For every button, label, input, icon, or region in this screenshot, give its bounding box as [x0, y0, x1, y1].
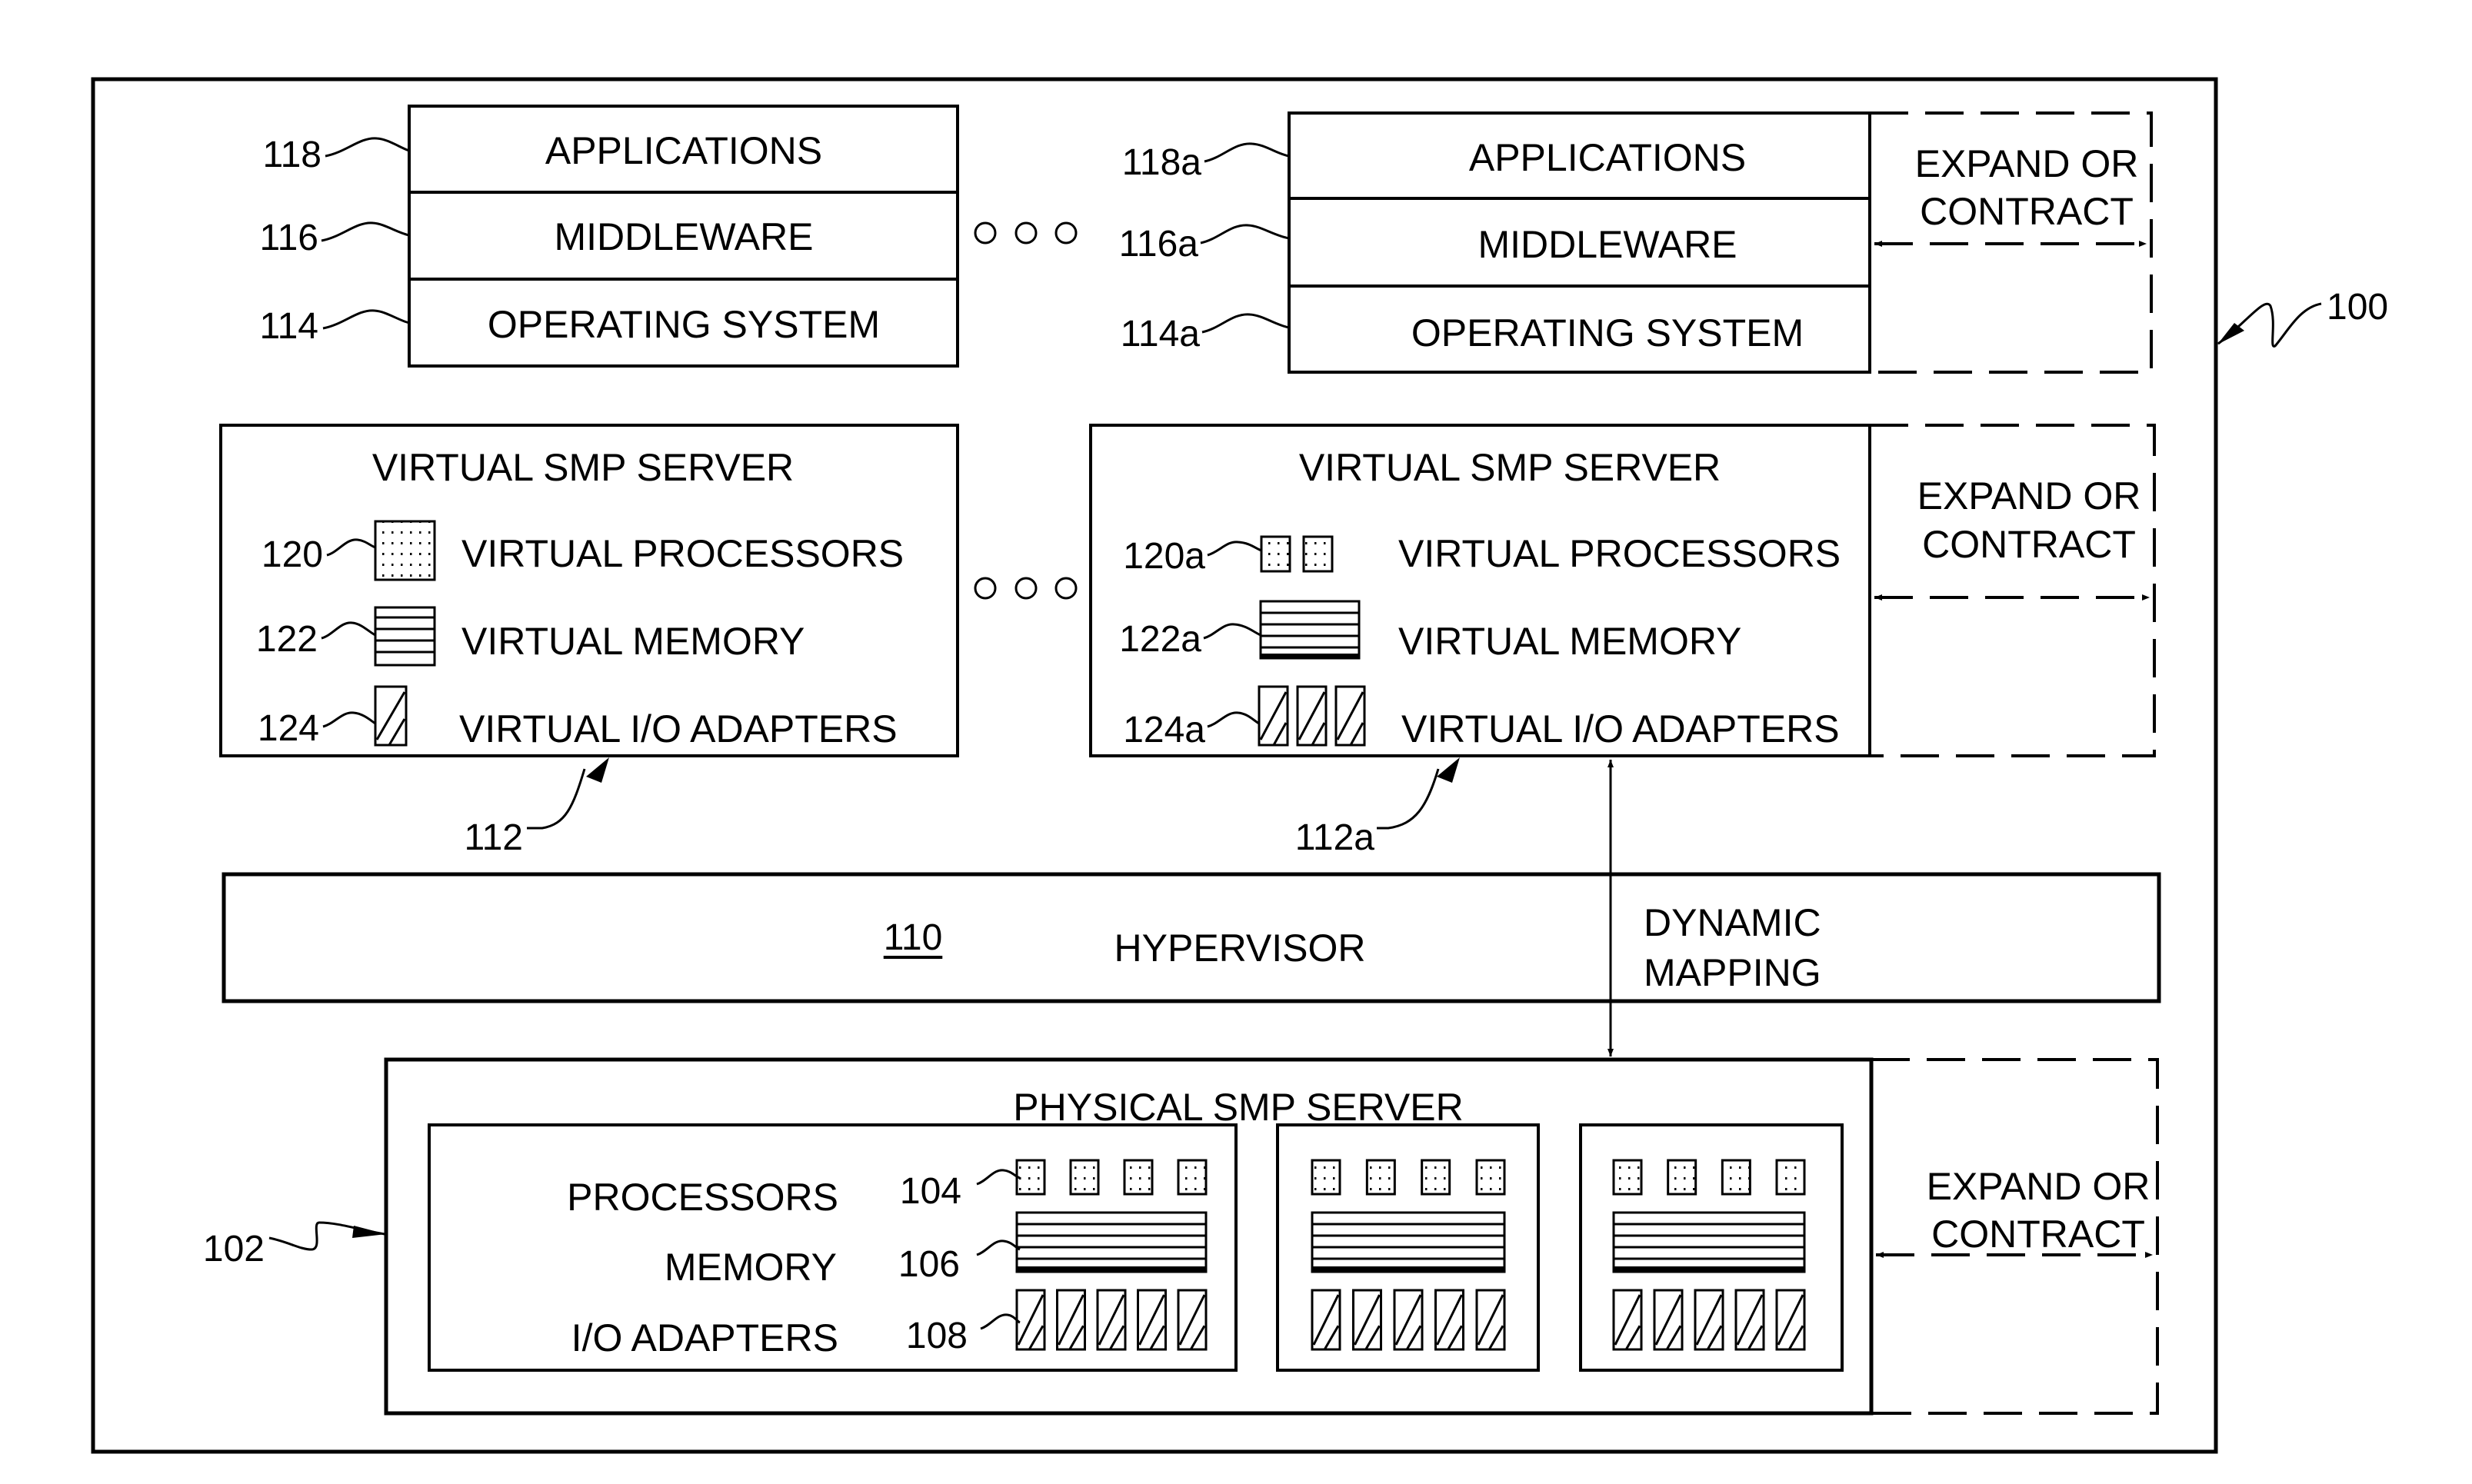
- ref-120: 120: [261, 534, 323, 575]
- memory-module: [1015, 1211, 1208, 1273]
- ref-118: 118: [262, 135, 321, 175]
- ref-leader-104: [976, 1169, 1021, 1186]
- arrowhead-112: [586, 757, 609, 783]
- ref-112a: 112a: [1294, 817, 1374, 858]
- ref-108: 108: [905, 1316, 968, 1356]
- arrowhead-102: [352, 1226, 386, 1238]
- io-adapter: [1393, 1289, 1424, 1351]
- ref-leader-106: [976, 1239, 1021, 1256]
- ref-112: 112: [464, 817, 523, 858]
- dynamic-mapping-line2: MAPPING: [1644, 951, 1821, 994]
- ref-124: 124: [257, 708, 319, 749]
- io-adapter: [1137, 1289, 1167, 1351]
- virtual-memory-label: VIRTUAL MEMORY: [461, 620, 805, 663]
- processor-chip: [1721, 1159, 1751, 1196]
- virtual-server-title-a: VIRTUAL SMP SERVER: [1298, 446, 1721, 489]
- ref-116a: 116a: [1118, 224, 1198, 265]
- dynamic-mapping-line1: DYNAMIC: [1644, 901, 1821, 944]
- hatched-adapter-icon: [1258, 685, 1366, 747]
- processor-chip: [1177, 1159, 1208, 1196]
- ref-122a: 122a: [1119, 619, 1201, 660]
- memory-module: [1311, 1211, 1506, 1273]
- ref-100: 100: [2327, 287, 2389, 328]
- ref-114a: 114a: [1120, 314, 1200, 354]
- io-adapter: [1311, 1289, 1341, 1351]
- processor-chip: [1612, 1159, 1643, 1196]
- processor-chip: [1421, 1159, 1451, 1196]
- layer-label-middleware: MIDDLEWARE: [554, 215, 814, 258]
- virtual-io-adapters-label-a: VIRTUAL I/O ADAPTERS: [1401, 707, 1840, 750]
- expand-label-middle-line2: CONTRACT: [1922, 523, 2136, 566]
- virtual-processors-label: VIRTUAL PROCESSORS: [461, 532, 905, 575]
- expand-label-top-line1: EXPAND OR: [1914, 142, 2139, 185]
- striped-memory-icon: [374, 606, 436, 667]
- ref-124a: 124a: [1123, 710, 1205, 750]
- system-frame: [91, 77, 2218, 1454]
- virtual-processors-label-a: VIRTUAL PROCESSORS: [1398, 532, 1841, 575]
- memory-module: [1612, 1211, 1806, 1273]
- processor-chip: [1365, 1159, 1396, 1196]
- io-adapter: [1056, 1289, 1086, 1351]
- ref-leader-112: [527, 768, 586, 830]
- processor-chip: [1123, 1159, 1154, 1196]
- memory-label: MEMORY: [664, 1246, 837, 1289]
- io-adapter: [1434, 1289, 1464, 1351]
- ref-120a: 120a: [1123, 536, 1205, 577]
- layer-label-applications: APPLICATIONS: [545, 129, 823, 172]
- io-adapter: [1612, 1289, 1643, 1351]
- layer-label-operating-system-a: OPERATING SYSTEM: [1411, 311, 1804, 354]
- hatched-adapter-icon: [374, 685, 408, 747]
- processors-label: PROCESSORS: [567, 1176, 838, 1219]
- io-adapter: [1015, 1289, 1046, 1351]
- ref-106: 106: [898, 1244, 960, 1285]
- ellipsis-middle: [974, 577, 1078, 600]
- processor-chip: [1475, 1159, 1506, 1196]
- io-adapter: [1096, 1289, 1127, 1351]
- expand-label-middle-line1: EXPAND OR: [1917, 474, 2141, 517]
- ref-116: 116: [259, 218, 318, 258]
- physical-server-title: PHYSICAL SMP SERVER: [1013, 1086, 1464, 1129]
- io-adapters-label: I/O ADAPTERS: [571, 1316, 838, 1359]
- ref-114: 114: [259, 306, 318, 347]
- ellipsis-top: [974, 221, 1078, 245]
- processor-chip: [1667, 1159, 1697, 1196]
- layer-label-middleware-a: MIDDLEWARE: [1478, 223, 1737, 266]
- striped-memory-icon: [1259, 600, 1361, 660]
- ref-102: 102: [202, 1229, 265, 1269]
- processor-chip: [1311, 1159, 1341, 1196]
- io-adapter: [1694, 1289, 1724, 1351]
- hypervisor-label: HYPERVISOR: [1114, 927, 1366, 970]
- layer-label-operating-system: OPERATING SYSTEM: [487, 303, 881, 346]
- layer-label-applications-a: APPLICATIONS: [1468, 136, 1747, 179]
- arrowhead-112a: [1437, 757, 1460, 783]
- ref-122: 122: [255, 619, 318, 660]
- ref-104: 104: [899, 1171, 961, 1212]
- ref-118a: 118a: [1121, 142, 1201, 183]
- virtual-memory-label-a: VIRTUAL MEMORY: [1398, 620, 1742, 663]
- virtual-io-adapters-label: VIRTUAL I/O ADAPTERS: [459, 707, 898, 750]
- processor-chip: [1015, 1159, 1046, 1196]
- virtual-server-title: VIRTUAL SMP SERVER: [371, 446, 795, 489]
- io-adapter: [1352, 1289, 1382, 1351]
- ref-110: 110: [883, 917, 943, 958]
- io-adapter: [1653, 1289, 1684, 1351]
- expand-label-top-line2: CONTRACT: [1920, 190, 2134, 233]
- physical-node: [1579, 1123, 1844, 1372]
- dotted-processor-icon: [374, 520, 436, 581]
- processor-chip: [1775, 1159, 1806, 1196]
- expand-label-bottom-line1: EXPAND OR: [1926, 1165, 2151, 1208]
- ref-leader-108: [980, 1313, 1021, 1330]
- processor-chip: [1069, 1159, 1100, 1196]
- physical-node: [1276, 1123, 1540, 1372]
- io-adapter: [1475, 1289, 1506, 1351]
- expand-label-bottom-line2: CONTRACT: [1931, 1213, 2145, 1256]
- ref-leader-112a: [1377, 768, 1440, 830]
- io-adapter: [1775, 1289, 1806, 1351]
- io-adapter: [1177, 1289, 1208, 1351]
- io-adapter: [1734, 1289, 1765, 1351]
